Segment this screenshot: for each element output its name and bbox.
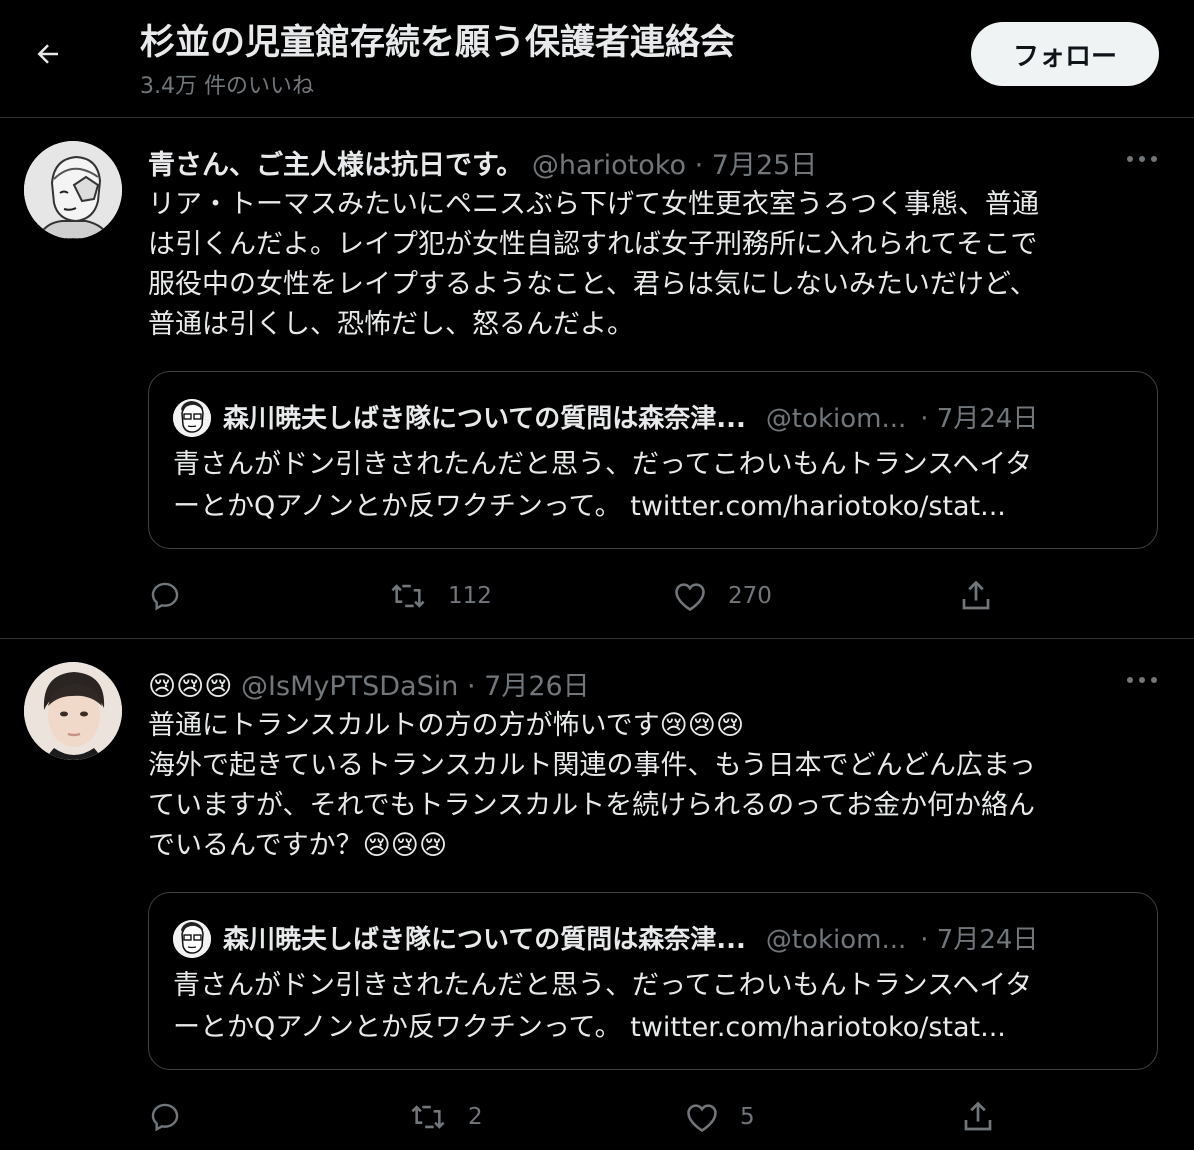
quoted-display-name: 森川暁夫しばき隊についての質問は森奈津... (223, 925, 746, 955)
tweet-text: 普通にトランスカルトの方の方が怖いです😢😢😢 海外で起きているトランスカルト関連… (148, 706, 1158, 866)
quoted-date: · 7月24日 (920, 925, 1039, 955)
likes-count-subtitle: 3.4万 件のいいね (140, 74, 314, 99)
quoted-text: 青さんがドン引きされたんだと思う、だってこわいもんトランスヘイタ ーとかQアノン… (173, 965, 1143, 1049)
separator-dot: · (694, 150, 704, 181)
like-count: 5 (740, 1104, 755, 1130)
quoted-text-line: ーとかQアノンとか反ワクチンって。 twitter.com/hariotoko/… (173, 491, 1006, 522)
profile-header: 杉並の児童館存続を願う保護者連絡会 3.4万 件のいいね フォロー (0, 0, 1194, 118)
user-handle[interactable]: @IsMyPTSDaSin (241, 671, 458, 702)
like-count: 270 (728, 583, 772, 609)
avatar[interactable] (24, 141, 122, 239)
page-title: 杉並の児童館存続を願う保護者連絡会 (140, 23, 736, 63)
avatar-photo (24, 662, 122, 760)
follow-button[interactable]: フォロー (971, 22, 1159, 86)
share-button[interactable] (960, 1095, 996, 1139)
reply-button[interactable] (148, 1095, 182, 1139)
tweet-meta: 青さん、ご主人様は抗日です。 @hariotoko · 7月25日 (148, 143, 817, 182)
quoted-meta: 森川暁夫しばき隊についての質問は森奈津... @tokiom... · 7月24日 (223, 919, 1038, 956)
quoted-avatar-illustration (173, 920, 211, 958)
tweet-date[interactable]: 7月26日 (484, 671, 590, 702)
tweet-text-line: は引くんだよ。レイプ犯が女性自認すれば女子刑務所に入れられてそこで (148, 229, 1038, 260)
tweet-text-line: 海外で起きているトランスカルト関連の事件、もう日本でどんどん広まっ (148, 750, 1036, 781)
avatar-illustration (24, 141, 122, 239)
quoted-tweet[interactable]: 森川暁夫しばき隊についての質問は森奈津... @tokiom... · 7月24日 … (148, 371, 1158, 549)
retweet-button[interactable]: 112 (388, 574, 492, 618)
tweet-date[interactable]: 7月25日 (712, 150, 818, 181)
heart-icon (675, 583, 705, 611)
display-name[interactable]: 😢😢😢 (148, 671, 232, 702)
heart-icon (687, 1104, 717, 1132)
retweet-icon (411, 1105, 445, 1129)
reply-icon (151, 1103, 179, 1132)
quoted-date: · 7月24日 (920, 404, 1039, 434)
tweet-text-line: でいるんですか？😢😢😢 (148, 830, 448, 861)
tweet-actions: 112 270 (0, 574, 1194, 618)
display-name[interactable]: 青さん、ご主人様は抗日です。 (148, 150, 523, 181)
quoted-display-name: 森川暁夫しばき隊についての質問は森奈津... (223, 404, 746, 434)
separator-dot: · (466, 671, 476, 702)
tweet-text-line: ていますが、それでもトランスカルトを続けられるのってお金か何か絡ん (148, 790, 1035, 821)
quoted-avatar (173, 399, 211, 437)
like-button[interactable]: 5 (684, 1095, 755, 1139)
quoted-meta: 森川暁夫しばき隊についての質問は森奈津... @tokiom... · 7月24日 (223, 398, 1038, 435)
quoted-text-line: ーとかQアノンとか反ワクチンって。 twitter.com/hariotoko/… (173, 1012, 1006, 1043)
arrow-left-icon (37, 44, 58, 64)
tweet-actions: 2 5 (0, 1095, 1194, 1139)
retweet-icon (391, 584, 425, 608)
quoted-avatar (173, 920, 211, 958)
tweet-text: リア・トーマスみたいにペニスぶら下げて女性更衣室うろつく事態、普通 は引くんだよ… (148, 185, 1158, 345)
like-button[interactable]: 270 (672, 574, 772, 618)
tweet-text-line: 服役中の女性をレイプするようなこと、君らは気にしないみたいだけど、 (148, 269, 1037, 300)
quoted-text-line: 青さんがドン引きされたんだと思う、だってこわいもんトランスヘイタ (173, 449, 1033, 480)
tweet-meta: 😢😢😢 @IsMyPTSDaSin · 7月26日 (148, 664, 590, 703)
reply-icon (151, 582, 179, 611)
retweet-count: 112 (448, 583, 492, 609)
user-handle[interactable]: @hariotoko (532, 150, 686, 181)
more-button[interactable] (1122, 145, 1162, 173)
reply-button[interactable] (148, 574, 182, 618)
more-horizontal-icon (1127, 677, 1157, 683)
quoted-text: 青さんがドン引きされたんだと思う、だってこわいもんトランスヘイタ ーとかQアノン… (173, 444, 1143, 528)
tweet[interactable]: 😢😢😢 @IsMyPTSDaSin · 7月26日 普通にトランスカルトの方の方… (0, 640, 1194, 1150)
avatar[interactable] (24, 662, 122, 760)
quoted-text-line: 青さんがドン引きされたんだと思う、だってこわいもんトランスヘイタ (173, 970, 1033, 1001)
back-button[interactable] (22, 28, 74, 80)
quoted-handle: @tokiom... (765, 925, 907, 955)
tweet-text-line: 普通にトランスカルトの方の方が怖いです😢😢😢 (148, 710, 745, 741)
more-horizontal-icon (1127, 156, 1157, 162)
share-icon (962, 580, 990, 610)
quoted-tweet[interactable]: 森川暁夫しばき隊についての質問は森奈津... @tokiom... · 7月24日 … (148, 892, 1158, 1070)
quoted-handle: @tokiom... (765, 404, 907, 434)
quoted-avatar-illustration (173, 399, 211, 437)
more-button[interactable] (1122, 666, 1162, 694)
share-icon (964, 1101, 992, 1131)
tweet-text-line: リア・トーマスみたいにペニスぶら下げて女性更衣室うろつく事態、普通 (148, 189, 1039, 220)
share-button[interactable] (958, 574, 994, 618)
tweet-text-line: 普通は引くし、恐怖だし、怒るんだよ。 (148, 309, 634, 340)
retweet-count: 2 (468, 1104, 483, 1130)
retweet-button[interactable]: 2 (408, 1095, 483, 1139)
tweet[interactable]: 青さん、ご主人様は抗日です。 @hariotoko · 7月25日 リア・トーマ… (0, 119, 1194, 639)
